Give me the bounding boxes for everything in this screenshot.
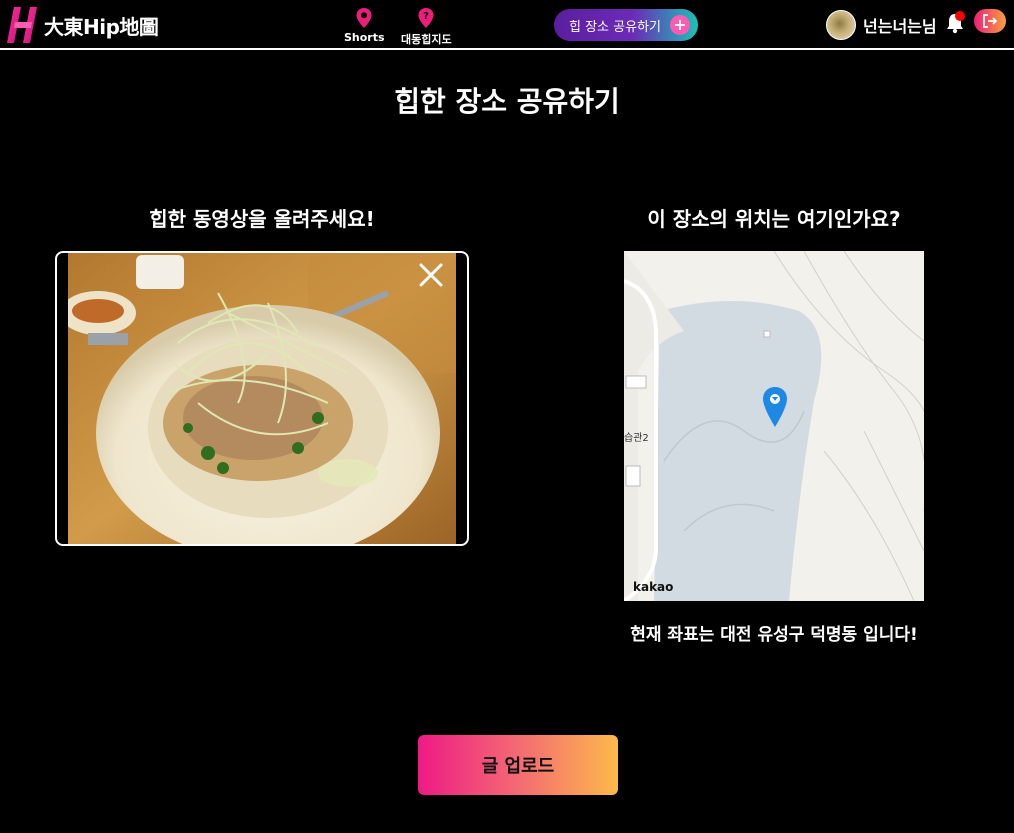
video-section-heading: 힙한 동영상을 올려주세요! — [149, 207, 375, 231]
user-profile[interactable]: 넌는너는님 — [826, 10, 937, 40]
location-section-heading: 이 장소의 위치는 여기인가요? — [647, 207, 901, 231]
location-pin-icon — [356, 8, 372, 28]
question-pin-icon: ? — [418, 8, 434, 28]
logo-h-icon — [7, 7, 37, 43]
page-title: 힙한 장소 공유하기 — [394, 85, 620, 118]
avatar[interactable] — [826, 10, 856, 40]
map-marker-icon[interactable] — [762, 386, 788, 428]
map-place-label: 습관2 — [624, 433, 649, 444]
logout-icon — [983, 14, 998, 28]
location-map[interactable]: 습관2 kakao — [624, 251, 924, 601]
top-nav-bar: 大東Hip地圖 Shorts ? 대동힙지도 힙 장소 공유하기 + 넌는너는님 — [0, 0, 1014, 50]
food-photo — [68, 253, 456, 544]
notification-badge — [955, 11, 965, 21]
logo-text: 大東Hip地圖 — [44, 14, 159, 39]
nav-shorts-label: Shorts — [344, 31, 385, 44]
svg-text:?: ? — [423, 11, 429, 22]
share-place-button[interactable]: 힙 장소 공유하기 + — [554, 9, 698, 41]
nav-daedong-map-label: 대동힙지도 — [401, 33, 452, 46]
kakao-map-logo: kakao — [633, 580, 674, 594]
plus-icon: + — [670, 15, 690, 35]
nav-daedong-map[interactable]: ? 대동힙지도 — [401, 7, 452, 47]
logo[interactable]: 大東Hip地圖 — [6, 5, 159, 45]
close-icon[interactable] — [415, 259, 447, 291]
share-place-button-label: 힙 장소 공유하기 — [569, 19, 661, 35]
nav-shorts[interactable]: Shorts — [344, 7, 385, 44]
upload-post-button-label: 글 업로드 — [481, 756, 555, 777]
user-name: 넌는너는님 — [863, 17, 937, 36]
logout-button[interactable] — [974, 9, 1006, 33]
coordinate-text: 현재 좌표는 대전 유성구 덕명동 입니다! — [630, 625, 918, 645]
upload-post-button[interactable]: 글 업로드 — [418, 735, 618, 795]
uploaded-video-preview[interactable] — [55, 251, 469, 546]
